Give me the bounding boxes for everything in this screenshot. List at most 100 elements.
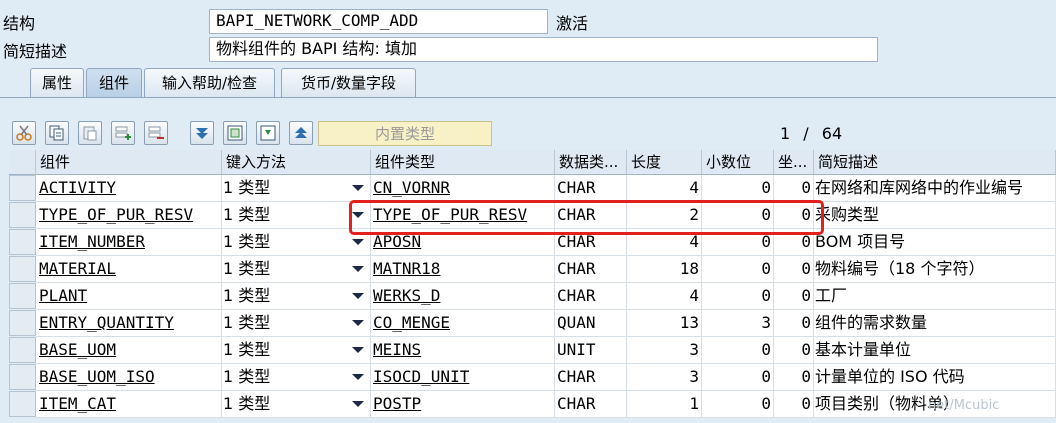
component-cell[interactable]: ENTRY_QUANTITY [36,310,222,337]
data-type-cell-text: CHAR [557,259,596,278]
coordinate-cell-text: 0 [801,286,811,305]
component-cell[interactable]: ITEM_CAT [36,391,222,418]
short-description-field[interactable]: 物料组件的 BAPI 结构: 填加 [209,37,878,62]
move-up-button[interactable] [289,121,313,145]
data-type-cell: CHAR [555,175,627,202]
dropdown-arrow-icon[interactable] [352,293,364,299]
decimals-cell: 3 [702,310,774,337]
coordinate-cell-text: 0 [801,259,811,278]
component-cell-text: BASE_UOM_ISO [39,367,155,386]
coordinate-cell: 0 [774,202,814,229]
cut-button[interactable] [12,121,36,145]
move-up-icon [295,127,307,138]
collapse-button[interactable] [256,121,280,145]
length-cell: 4 [627,229,702,256]
component-type-cell[interactable]: MEINS [371,337,555,364]
col-header-typing-method[interactable]: 键入方法 [222,150,371,175]
component-type-cell[interactable]: CO_MENGE [371,310,555,337]
col-header-length[interactable]: 长度 [627,150,702,175]
row-selector[interactable] [9,256,36,282]
col-header-data-type[interactable]: 数据类... [555,150,627,175]
component-type-cell[interactable]: WERKS_D [371,283,555,310]
row-selector[interactable] [9,391,36,417]
structure-name-field[interactable]: BAPI_NETWORK_COMP_ADD [209,9,548,34]
row-selector[interactable] [9,283,36,309]
data-type-cell-text: CHAR [557,205,596,224]
row-selector[interactable] [9,364,36,390]
delete-row-button[interactable] [144,121,168,145]
insert-row-button[interactable] [111,121,135,145]
col-header-coordinate[interactable]: 坐... [774,150,814,175]
component-type-cell[interactable]: CN_VORNR [371,175,555,202]
component-cell[interactable]: ITEM_NUMBER [36,229,222,256]
watermark: net/Mcubic [928,398,1000,413]
copy-icon [49,125,64,141]
component-cell[interactable]: BASE_UOM_ISO [36,364,222,391]
col-header-component[interactable]: 组件 [36,150,222,175]
col-header-decimals[interactable]: 小数位 [702,150,774,175]
component-cell-text: BASE_UOM [39,340,117,359]
length-cell: 3 [627,337,702,364]
length-cell: 4 [627,283,702,310]
dropdown-arrow-icon[interactable] [352,239,364,245]
col-header-short-description[interactable]: 简短描述 [814,150,1056,175]
component-type-cell[interactable]: TYPE_OF_PUR_RESV [371,202,555,229]
row-selector[interactable] [9,202,36,228]
expand-button[interactable] [223,121,247,145]
tab-currency-quantity[interactable]: 货币/数量字段 [281,68,416,97]
decimals-cell-text: 3 [761,313,771,332]
typing-method-cell[interactable]: 1 类型 [222,283,371,310]
typing-method-cell[interactable]: 1 类型 [222,391,371,418]
data-type-cell: CHAR [555,202,627,229]
select-all-cell[interactable] [9,150,36,175]
component-cell[interactable]: PLANT [36,283,222,310]
component-type-cell-text: MATNR18 [373,259,441,278]
row-selector[interactable] [9,175,36,201]
dropdown-arrow-icon[interactable] [352,401,364,407]
row-selector[interactable] [9,337,36,363]
data-type-cell-text: QUAN [557,313,596,332]
typing-method-cell[interactable]: 1 类型 [222,229,371,256]
short-description-cell-text: BOM 项目号 [815,232,906,251]
coordinate-cell-text: 0 [801,178,811,197]
col-header-component-type[interactable]: 组件类型 [371,150,555,175]
component-cell[interactable]: MATERIAL [36,256,222,283]
typing-method-cell-text: 1 类型 [223,286,271,305]
typing-method-cell-text: 1 类型 [223,340,271,359]
move-down-button[interactable] [190,121,214,145]
dropdown-arrow-icon[interactable] [352,266,364,272]
typing-method-cell[interactable]: 1 类型 [222,256,371,283]
tab-attributes[interactable]: 属性 [30,68,84,97]
component-type-cell[interactable]: POSTP [371,391,555,418]
component-cell[interactable]: ACTIVITY [36,175,222,202]
dropdown-arrow-icon[interactable] [352,185,364,191]
row-selector[interactable] [9,229,36,255]
dropdown-arrow-icon[interactable] [352,347,364,353]
tab-input-help-check[interactable]: 输入帮助/检查 [144,68,275,97]
component-type-cell-text: CN_VORNR [373,178,451,197]
insert-row-icon [115,126,131,140]
decimals-cell-text: 0 [761,286,771,305]
component-type-cell[interactable]: ISOCD_UNIT [371,364,555,391]
builtin-type-button[interactable]: 内置类型 [318,121,492,146]
component-type-cell-text: ISOCD_UNIT [373,367,470,386]
tab-components[interactable]: 组件 [86,68,142,97]
length-cell-text: 13 [679,313,699,332]
typing-method-cell[interactable]: 1 类型 [222,364,371,391]
typing-method-cell[interactable]: 1 类型 [222,202,371,229]
typing-method-cell[interactable]: 1 类型 [222,337,371,364]
component-type-cell-text: POSTP [373,394,422,413]
typing-method-cell[interactable]: 1 类型 [222,175,371,202]
component-cell[interactable]: TYPE_OF_PUR_RESV [36,202,222,229]
copy-button[interactable] [45,121,69,145]
dropdown-arrow-icon[interactable] [352,320,364,326]
component-type-cell[interactable]: MATNR18 [371,256,555,283]
component-type-cell[interactable]: APOSN [371,229,555,256]
typing-method-cell[interactable]: 1 类型 [222,310,371,337]
paste-button[interactable] [78,121,102,145]
dropdown-arrow-icon[interactable] [352,374,364,380]
component-cell[interactable]: BASE_UOM [36,337,222,364]
decimals-cell: 0 [702,364,774,391]
row-selector[interactable] [9,310,36,336]
dropdown-arrow-icon[interactable] [352,212,364,218]
